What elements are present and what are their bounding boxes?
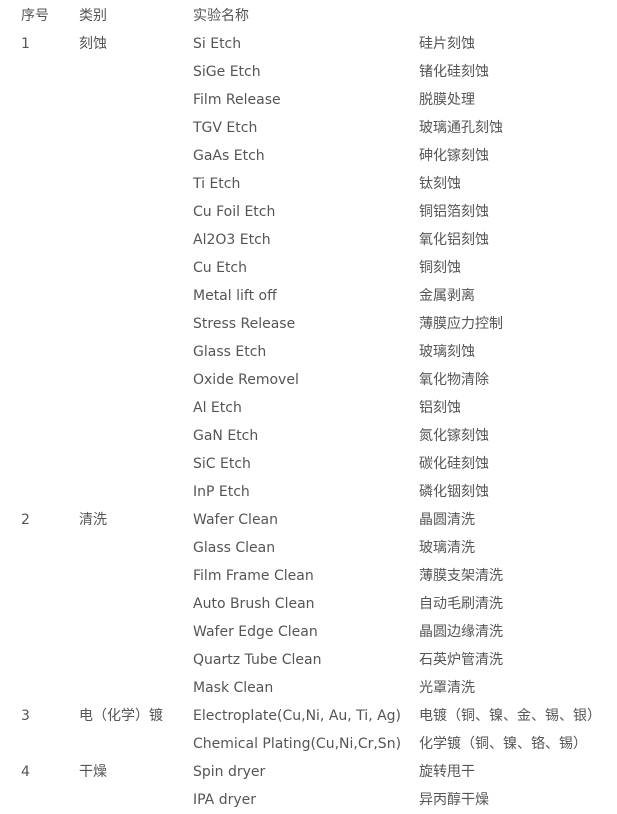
table-row: Glass Etch 玻璃刻蚀 [0, 338, 617, 366]
experiment-name-zh: 碳化硅刻蚀 [419, 456, 489, 472]
experiment-name-en: GaN Etch [193, 428, 259, 444]
experiment-name-zh: 玻璃清洗 [419, 540, 475, 556]
experiment-name-zh: 氮化镓刻蚀 [419, 428, 489, 444]
experiment-name-zh: 氧化铝刻蚀 [419, 232, 489, 248]
experiment-name-en: SiC Etch [193, 456, 251, 472]
table-row: Al2O3 Etch 氧化铝刻蚀 [0, 226, 617, 254]
experiment-name-en: Film Release [193, 92, 281, 108]
row-category: 干燥 [79, 764, 107, 780]
experiment-name-zh: 锗化硅刻蚀 [419, 64, 489, 80]
experiment-name-zh: 晶圆清洗 [419, 512, 475, 528]
experiment-name-en: Cu Foil Etch [193, 204, 276, 220]
experiment-name-en: Film Frame Clean [193, 568, 314, 584]
table-row: Film Release 脱膜处理 [0, 86, 617, 114]
experiment-name-en: Wafer Clean [193, 512, 279, 528]
table-row: Cu Foil Etch 铜铝箔刻蚀 [0, 198, 617, 226]
table-row: 3 电（化学）镀 Electroplate(Cu,Ni, Au, Ti, Ag) 电镀… [0, 702, 617, 730]
experiment-table: 序号 类别 实验名称 1 刻蚀 Si Etch 硅片刻蚀 SiGe Etch 锗化硅刻蚀 F… [0, 2, 617, 814]
experiment-name-en: Chemical Plating(Cu,Ni,Cr,Sn) [193, 736, 402, 752]
experiment-name-en: Cu Etch [193, 260, 248, 276]
experiment-name-en: Mask Clean [193, 680, 274, 696]
experiment-name-en: Wafer Edge Clean [193, 624, 318, 640]
experiment-name-zh: 异丙醇干燥 [419, 792, 489, 808]
table-row: SiGe Etch 锗化硅刻蚀 [0, 58, 617, 86]
row-category: 刻蚀 [79, 36, 107, 52]
table-row: GaN Etch 氮化镓刻蚀 [0, 422, 617, 450]
experiment-name-zh: 硅片刻蚀 [419, 36, 475, 52]
experiment-name-zh: 薄膜应力控制 [419, 316, 503, 332]
experiment-name-zh: 光罩清洗 [419, 680, 475, 696]
experiment-name-zh: 自动毛刷清洗 [419, 596, 503, 612]
experiment-name-zh: 晶圆边缘清洗 [419, 624, 503, 640]
table-row: Glass Clean 玻璃清洗 [0, 534, 617, 562]
table-row: Metal lift off 金属剥离 [0, 282, 617, 310]
table-row: Mask Clean 光罩清洗 [0, 674, 617, 702]
experiment-name-en: GaAs Etch [193, 148, 265, 164]
experiment-name-zh: 钛刻蚀 [419, 176, 461, 192]
header-name: 实验名称 [193, 8, 249, 24]
row-category: 清洗 [79, 512, 107, 528]
experiment-name-en: TGV Etch [193, 120, 258, 136]
table-row: Oxide Removel 氧化物清除 [0, 366, 617, 394]
experiment-name-zh: 玻璃通孔刻蚀 [419, 120, 503, 136]
experiment-name-en: Stress Release [193, 316, 296, 332]
table-row: 4 干燥 Spin dryer 旋转甩干 [0, 758, 617, 786]
experiment-name-en: Al Etch [193, 400, 242, 416]
experiment-name-zh: 砷化镓刻蚀 [419, 148, 489, 164]
row-number: 2 [21, 512, 30, 528]
table-row: GaAs Etch 砷化镓刻蚀 [0, 142, 617, 170]
experiment-name-zh: 电镀（铜、镍、金、锡、银） [419, 708, 601, 724]
experiment-name-zh: 铝刻蚀 [419, 400, 461, 416]
experiment-name-zh: 化学镀（铜、镍、铬、锡） [419, 736, 587, 752]
header-category: 类别 [79, 8, 107, 24]
experiment-name-en: SiGe Etch [193, 64, 261, 80]
table-row: 2 清洗 Wafer Clean 晶圆清洗 [0, 506, 617, 534]
experiment-name-en: Electroplate(Cu,Ni, Au, Ti, Ag) [193, 708, 402, 724]
header-no: 序号 [21, 8, 49, 24]
table-row: Quartz Tube Clean 石英炉管清洗 [0, 646, 617, 674]
table-row: Chemical Plating(Cu,Ni,Cr,Sn) 化学镀（铜、镍、铬、锡… [0, 730, 617, 758]
table-row: Wafer Edge Clean 晶圆边缘清洗 [0, 618, 617, 646]
table-row: IPA dryer 异丙醇干燥 [0, 786, 617, 814]
table-row: Cu Etch 铜刻蚀 [0, 254, 617, 282]
row-number: 4 [21, 764, 30, 780]
table-row: Film Frame Clean 薄膜支架清洗 [0, 562, 617, 590]
experiment-name-en: Ti Etch [193, 176, 241, 192]
experiment-name-zh: 薄膜支架清洗 [419, 568, 503, 584]
experiment-name-en: Spin dryer [193, 764, 266, 780]
experiment-name-en: Oxide Removel [193, 372, 299, 388]
table-row: TGV Etch 玻璃通孔刻蚀 [0, 114, 617, 142]
experiment-name-zh: 铜刻蚀 [419, 260, 461, 276]
table-row: Al Etch 铝刻蚀 [0, 394, 617, 422]
row-category: 电（化学）镀 [79, 708, 163, 724]
row-number: 3 [21, 708, 30, 724]
experiment-name-en: InP Etch [193, 484, 250, 500]
experiment-name-zh: 脱膜处理 [419, 92, 475, 108]
table-row: Ti Etch 钛刻蚀 [0, 170, 617, 198]
table-row: Auto Brush Clean 自动毛刷清洗 [0, 590, 617, 618]
experiment-name-en: Glass Etch [193, 344, 267, 360]
experiment-name-zh: 氧化物清除 [419, 372, 489, 388]
experiment-name-zh: 玻璃刻蚀 [419, 344, 475, 360]
table-row: InP Etch 磷化铟刻蚀 [0, 478, 617, 506]
experiment-name-zh: 石英炉管清洗 [419, 652, 503, 668]
experiment-name-en: Quartz Tube Clean [193, 652, 322, 668]
table-row: 1 刻蚀 Si Etch 硅片刻蚀 [0, 30, 617, 58]
experiment-name-zh: 磷化铟刻蚀 [419, 484, 489, 500]
experiment-name-en: Metal lift off [193, 288, 277, 304]
table-header: 序号 类别 实验名称 [0, 2, 617, 30]
table-row: Stress Release 薄膜应力控制 [0, 310, 617, 338]
experiment-name-zh: 旋转甩干 [419, 764, 475, 780]
experiment-name-zh: 金属剥离 [419, 288, 475, 304]
table-row: SiC Etch 碳化硅刻蚀 [0, 450, 617, 478]
experiment-name-en: Al2O3 Etch [193, 232, 271, 248]
row-number: 1 [21, 36, 30, 52]
experiment-name-zh: 铜铝箔刻蚀 [419, 204, 489, 220]
experiment-name-en: Glass Clean [193, 540, 276, 556]
experiment-name-en: IPA dryer [193, 792, 256, 808]
experiment-name-en: Auto Brush Clean [193, 596, 315, 612]
experiment-name-en: Si Etch [193, 36, 242, 52]
